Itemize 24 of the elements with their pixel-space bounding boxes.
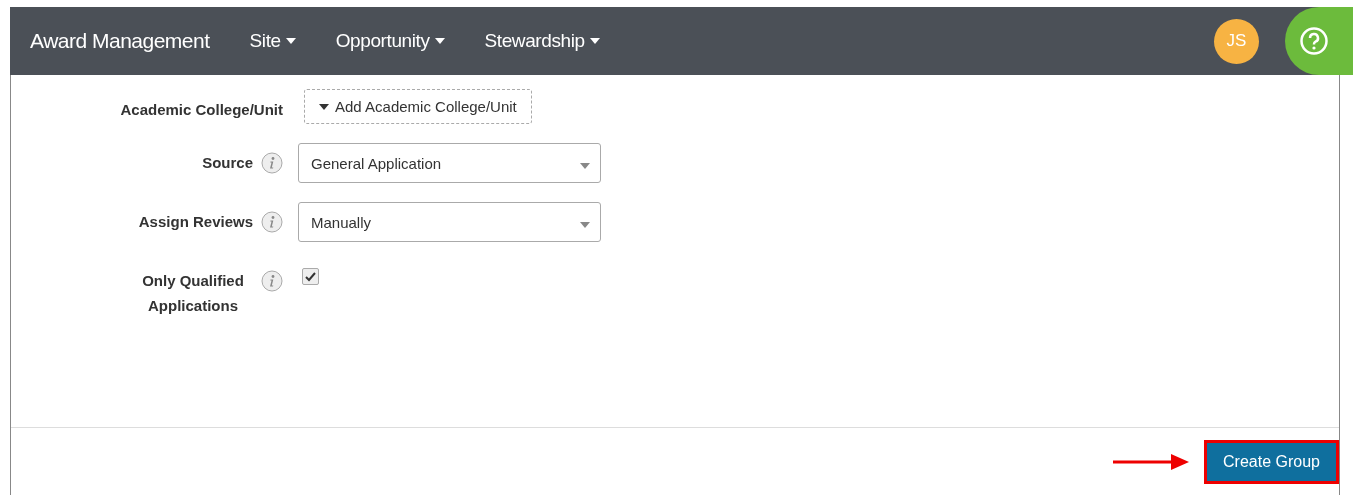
caret-icon [285,38,296,44]
caret-icon [434,38,445,44]
add-college-button[interactable]: Add Academic College/Unit [304,89,532,124]
caret-icon [580,221,590,228]
nav-menu[interactable]: Stewardship [484,30,600,52]
field-label: Source [202,153,253,173]
help-icon [1299,26,1329,56]
info-icon[interactable] [261,152,283,174]
caret-icon [319,103,329,110]
select-field[interactable]: General Application [298,143,601,183]
checkbox[interactable] [302,268,319,285]
app-title[interactable]: Award Management [30,29,210,53]
caret-icon [589,38,600,44]
select-field[interactable]: Manually [298,202,601,242]
info-icon[interactable] [261,211,283,233]
field-label: Assign Reviews [138,212,253,232]
field-label: Only Qualified Applications [141,271,245,316]
caret-icon [580,162,590,169]
nav-menu[interactable]: Site [249,30,296,52]
info-icon[interactable] [261,270,283,292]
create-group-button[interactable]: Create Group [1207,442,1336,481]
nav-menu[interactable]: Opportunity [335,30,445,52]
help-button[interactable] [1285,7,1353,75]
field-label: Academic College/Unit [120,100,283,120]
